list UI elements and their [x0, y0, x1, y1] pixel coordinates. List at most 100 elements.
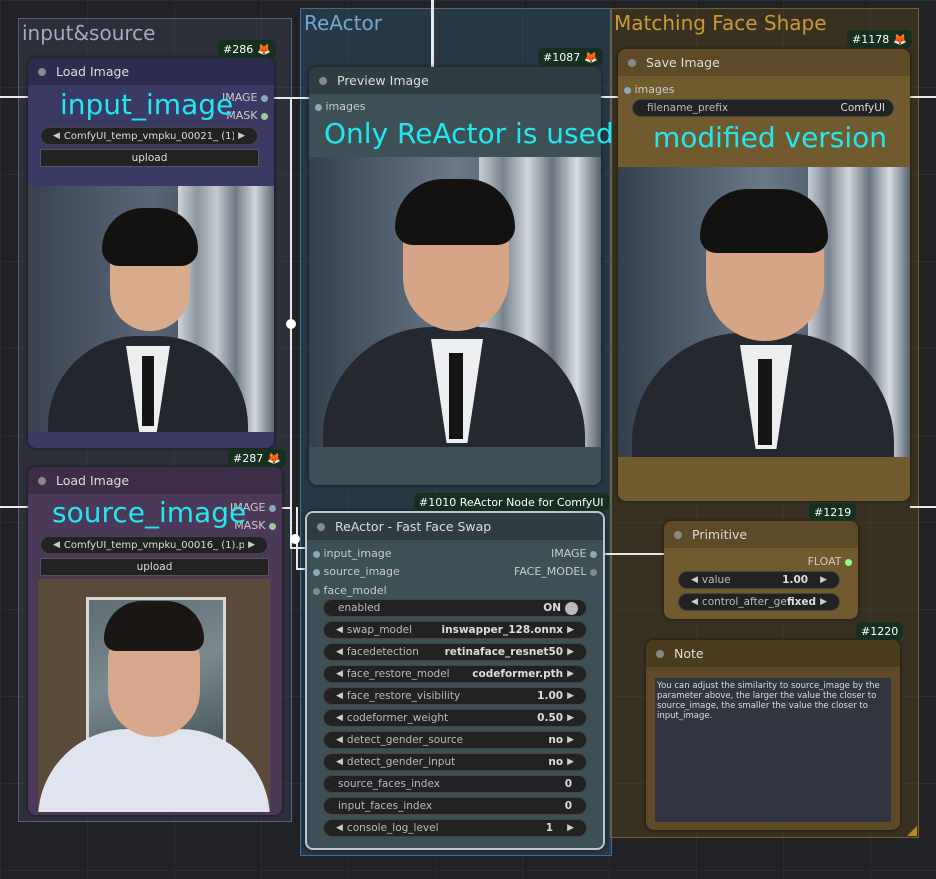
input-image-slot[interactable]: input_image	[313, 547, 392, 560]
arrow-right-icon: ▶	[567, 823, 574, 833]
node-title: Load Image	[56, 473, 130, 488]
collapse-dot-icon[interactable]	[628, 58, 636, 67]
preview-result-image	[309, 157, 601, 447]
face-model-slot[interactable]: face_model	[313, 584, 387, 597]
node-title: Note	[674, 646, 704, 661]
annotation-source-image: source_image	[52, 496, 247, 529]
input-image-preview	[28, 186, 274, 432]
node-header[interactable]: Primitive	[664, 521, 858, 548]
facedetection-select[interactable]: ◀ facedetection retinaface_resnet50 ▶	[323, 643, 587, 661]
upload-button[interactable]: upload	[40, 149, 259, 167]
face-restore-model-select[interactable]: ◀ face_restore_model codeformer.pth ▶	[323, 665, 587, 683]
arrow-right-icon: ▶	[567, 735, 574, 745]
output-image-slot[interactable]: IMAGE	[551, 547, 597, 560]
node-header[interactable]: Save Image	[618, 49, 910, 76]
fox-icon: 🦊	[893, 32, 907, 46]
input-images-slot[interactable]: images	[315, 100, 366, 113]
annotation-only-reactor: Only ReActor is used	[324, 117, 614, 150]
node-id-badge: #1219	[809, 503, 857, 521]
output-face-model-slot[interactable]: FACE_MODEL	[514, 565, 597, 578]
arrow-right-icon: ▶	[567, 647, 574, 657]
arrow-left-icon: ◀	[336, 647, 343, 657]
annotation-modified-version: modified version	[653, 121, 888, 154]
input-images-slot[interactable]: images	[624, 83, 675, 96]
face-restore-visibility-number[interactable]: ◀ face_restore_visibility 1.00 ▶	[323, 687, 587, 705]
group-title: input&source	[22, 21, 156, 45]
link-wire	[431, 0, 434, 70]
fox-icon: 🦊	[267, 451, 281, 465]
collapse-dot-icon[interactable]	[38, 476, 46, 485]
link-wire	[910, 96, 936, 98]
link-wire	[910, 506, 936, 508]
collapse-dot-icon[interactable]	[656, 649, 664, 658]
arrow-left-icon: ◀	[336, 735, 343, 745]
primitive-node[interactable]: Primitive FLOAT ◀ value 1.00 ▶ ◀ control…	[664, 521, 858, 619]
output-float-slot[interactable]: FLOAT	[808, 555, 852, 568]
collapse-dot-icon[interactable]	[38, 67, 46, 76]
swap-model-select[interactable]: ◀ swap_model inswapper_128.onnx ▶	[323, 621, 587, 639]
codeformer-weight-number[interactable]: ◀ codeformer_weight 0.50 ▶	[323, 709, 587, 727]
arrow-left-icon: ◀	[691, 575, 698, 585]
group-title: Matching Face Shape	[614, 11, 827, 35]
arrow-left-icon: ◀	[53, 131, 60, 141]
node-header[interactable]: Load Image	[28, 467, 282, 494]
node-id-badge: #1178 🦊	[847, 30, 912, 48]
source-image-slot[interactable]: source_image	[313, 565, 400, 578]
link-wire	[0, 96, 28, 98]
arrow-right-icon: ▶	[567, 669, 574, 679]
node-header[interactable]: ReActor - Fast Face Swap	[307, 513, 603, 540]
fox-icon: 🦊	[257, 42, 271, 56]
console-log-level-select[interactable]: ◀ console_log_level 1 ▶	[323, 819, 587, 837]
node-header[interactable]: Load Image	[28, 58, 274, 85]
collapse-dot-icon[interactable]	[674, 530, 682, 539]
node-title: Load Image	[56, 64, 130, 79]
arrow-right-icon: ▶	[820, 575, 827, 585]
arrow-left-icon: ◀	[336, 625, 343, 635]
note-node[interactable]: Note You can adjust the similarity to so…	[646, 640, 900, 830]
link-wire	[0, 506, 28, 508]
node-header[interactable]: Note	[646, 640, 900, 667]
image-file-select[interactable]: ◀ ComfyUI_temp_vmpku_00021_ (1).png ▶	[40, 127, 258, 145]
image-file-select[interactable]: ◀ ComfyUI_temp_vmpku_00016_ (1).png ▶	[40, 536, 268, 554]
upload-button[interactable]: upload	[40, 558, 269, 576]
save-image-node[interactable]: Save Image images filename_prefix ComfyU…	[618, 49, 910, 501]
fox-icon: 🦊	[584, 50, 598, 64]
detect-gender-input-select[interactable]: ◀ detect_gender_input no ▶	[323, 753, 587, 771]
node-id-badge: #1220	[856, 622, 904, 640]
node-id-badge: #286 🦊	[218, 40, 276, 58]
arrow-right-icon: ▶	[248, 540, 255, 550]
link-wire	[598, 553, 668, 555]
node-header[interactable]: Preview Image	[309, 67, 601, 94]
arrow-right-icon: ▶	[567, 757, 574, 767]
saved-result-image	[618, 167, 910, 457]
arrow-left-icon: ◀	[336, 823, 343, 833]
toggle-knob-icon	[565, 601, 578, 615]
node-id-badge: #1087 🦊	[538, 48, 603, 66]
annotation-input-image: input_image	[60, 88, 234, 121]
control-after-generate-select[interactable]: ◀ control_after_generate fixed ▶	[678, 593, 840, 611]
arrow-right-icon: ▶	[567, 691, 574, 701]
source-image-preview	[38, 579, 270, 812]
input-faces-index-field[interactable]: input_faces_index 0	[323, 797, 587, 815]
enabled-toggle[interactable]: enabled ON	[323, 599, 587, 617]
reactor-face-swap-node[interactable]: ReActor - Fast Face Swap input_image sou…	[305, 511, 605, 850]
reroute-dot[interactable]	[286, 319, 296, 329]
reroute-dot[interactable]	[290, 534, 300, 544]
collapse-dot-icon[interactable]	[319, 76, 327, 85]
group-title: ReActor	[304, 11, 382, 35]
arrow-right-icon: ▶	[238, 131, 245, 141]
arrow-right-icon: ▶	[567, 625, 574, 635]
source-faces-index-field[interactable]: source_faces_index 0	[323, 775, 587, 793]
filename-prefix-field[interactable]: filename_prefix ComfyUI	[632, 99, 894, 117]
collapse-dot-icon[interactable]	[317, 522, 325, 531]
node-title: Preview Image	[337, 73, 429, 88]
arrow-left-icon: ◀	[336, 713, 343, 723]
arrow-left-icon: ◀	[336, 669, 343, 679]
detect-gender-source-select[interactable]: ◀ detect_gender_source no ▶	[323, 731, 587, 749]
arrow-left-icon: ◀	[691, 597, 698, 607]
value-number[interactable]: ◀ value 1.00 ▶	[678, 571, 840, 589]
node-title: Save Image	[646, 55, 720, 70]
arrow-left-icon: ◀	[336, 757, 343, 767]
arrow-right-icon: ▶	[820, 597, 827, 607]
note-textarea[interactable]: You can adjust the similarity to source_…	[655, 678, 891, 822]
